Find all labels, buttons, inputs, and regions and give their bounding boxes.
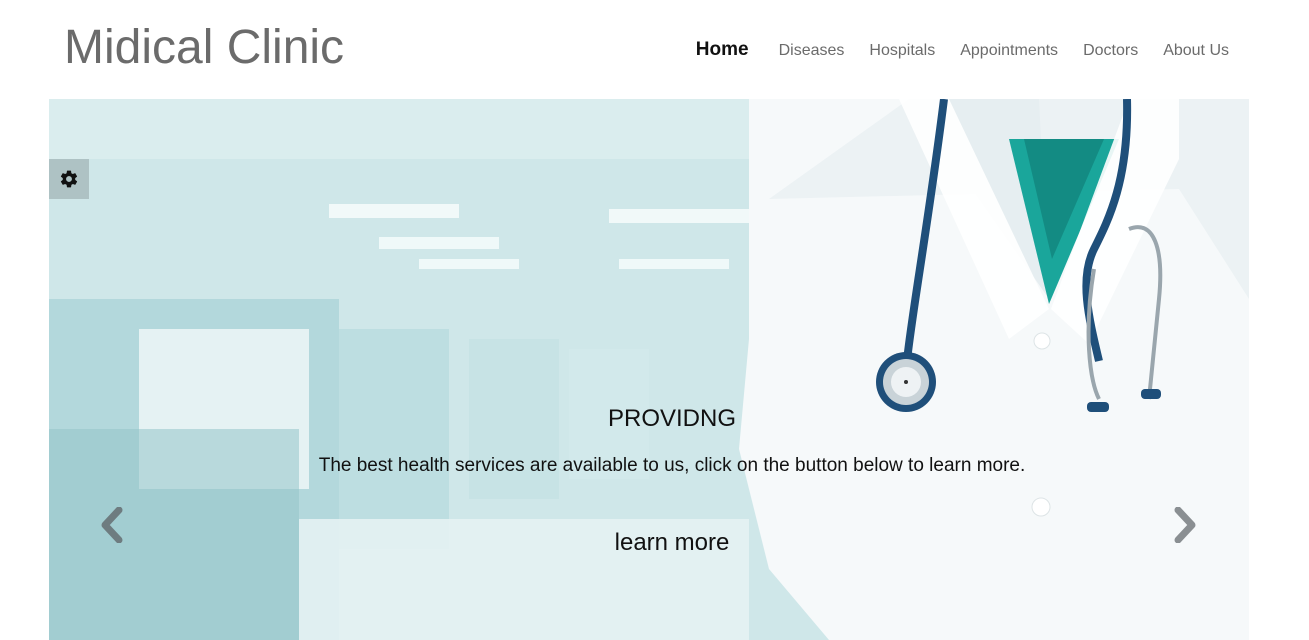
hero-title: PROVIDNG <box>607 405 736 432</box>
nav-about-us[interactable]: About Us <box>1163 37 1229 65</box>
chevron-left-icon <box>101 507 123 543</box>
site-header: Midical Clinic Home Diseases Hospitals A… <box>0 0 1309 99</box>
main-nav: Home Diseases Hospitals Appointments Doc… <box>696 36 1229 65</box>
nav-hospitals[interactable]: Hospitals <box>869 37 935 65</box>
carousel-prev-button[interactable] <box>91 505 131 545</box>
nav-appointments[interactable]: Appointments <box>960 37 1058 65</box>
settings-button[interactable] <box>49 159 89 199</box>
chevron-right-icon <box>1174 507 1196 543</box>
brand-logo[interactable]: Midical Clinic <box>64 20 344 76</box>
hero-carousel: PROVIDNG The best health services are av… <box>49 99 1249 640</box>
hero-description: The best health services are available t… <box>318 455 1026 476</box>
gear-icon <box>60 170 78 188</box>
nav-doctors[interactable]: Doctors <box>1083 37 1138 65</box>
carousel-next-button[interactable] <box>1166 505 1206 545</box>
nav-diseases[interactable]: Diseases <box>779 37 845 65</box>
learn-more-button[interactable]: learn more <box>597 525 747 561</box>
nav-home[interactable]: Home <box>696 36 749 64</box>
